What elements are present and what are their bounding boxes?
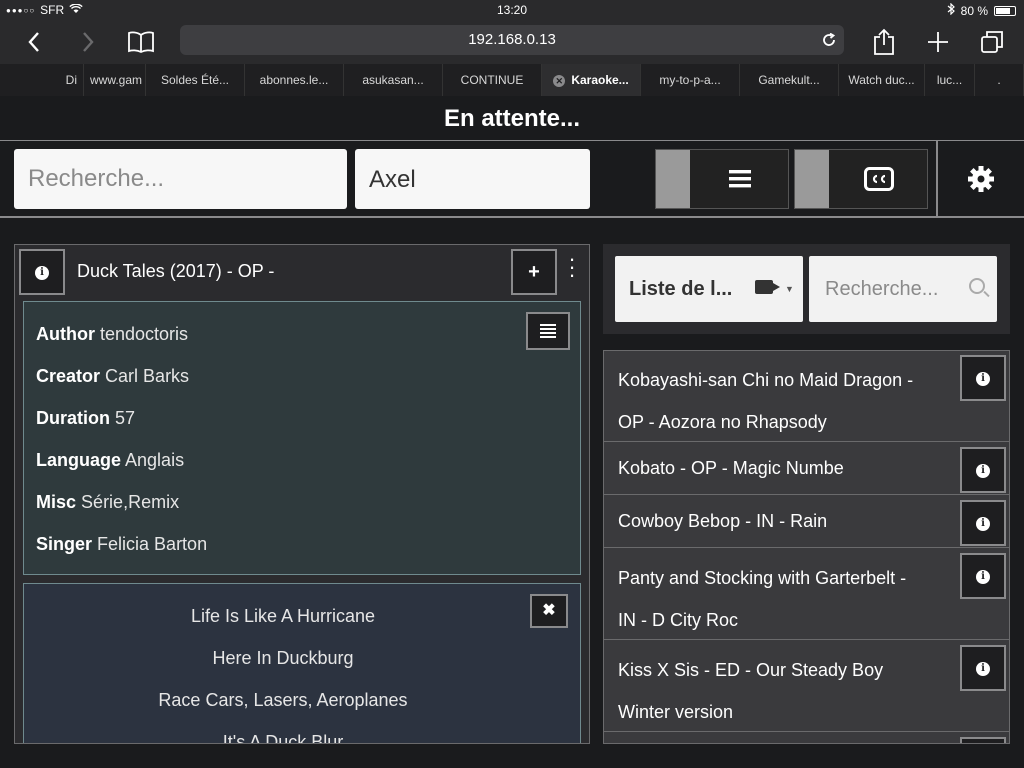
tab[interactable]: Di [0,64,84,96]
share-button[interactable] [868,26,900,58]
list-controls: Liste de l... ▼ Recherche... [603,244,1010,334]
playlist-toggle[interactable] [655,149,789,209]
search-input[interactable]: Recherche... [14,149,347,209]
info-icon: i [976,371,990,386]
control-bar: Recherche... Axel [0,140,1024,218]
song-title: Kobayashi-san Chi no Maid Dragon - OP - A… [618,370,914,432]
add-button[interactable]: + [511,249,557,295]
bookmarks-button[interactable] [124,26,158,58]
list-select-dropdown[interactable]: Liste de l... ▼ [615,256,803,322]
gear-icon [967,166,995,200]
tab[interactable]: my-to-p-a... [641,64,740,96]
battery-icon [994,5,1016,16]
info-icon: i [976,516,990,531]
info-button[interactable]: i [960,553,1006,599]
tab[interactable]: asukasan... [344,64,443,96]
list-item[interactable]: Kobato - OP - Magic Numbe i [604,443,1009,495]
song-title: Kobato - OP - Magic Numbe [618,458,844,478]
tab-active[interactable]: ✕ Karaoke... [542,64,641,96]
forward-button[interactable] [72,26,104,58]
info-icon: i [976,661,990,676]
detail-creator: Creator Carl Barks [36,366,190,386]
karaoke-title: Duck Tales (2017) - OP - [77,261,275,281]
subtitles-toggle[interactable] [794,149,928,209]
address-bar[interactable]: 192.168.0.13 [180,25,844,55]
karaoke-detail-panel: i Duck Tales (2017) - OP - + · · · Author … [14,244,590,744]
detail-misc: Misc Série,Remix [36,492,180,512]
detail-singer: Singer Felicia Barton [36,534,208,554]
tab[interactable]: abonnes.le... [245,64,344,96]
lines-icon [540,324,556,338]
info-button[interactable]: i [19,249,65,295]
info-icon: i [976,463,990,478]
bluetooth-icon [947,2,955,18]
bottom-bar [0,744,1024,768]
karaoke-header: i Duck Tales (2017) - OP - + · · · [15,245,589,301]
karaoke-list: Kobayashi-san Chi no Maid Dragon - OP - A… [603,350,1010,744]
reload-icon[interactable] [822,25,836,58]
back-button[interactable] [18,26,50,58]
close-icon: ✖ [542,602,556,619]
karaoke-details: Author tendoctoris Creator Carl Barks Du… [23,301,581,575]
username-field[interactable]: Axel [355,149,590,209]
tab[interactable]: Gamekult... [740,64,839,96]
song-title: Kiss X Sis - ED - Our Steady Boy Winter v… [618,660,884,722]
tab[interactable]: CONTINUE [443,64,542,96]
tab[interactable]: luc... [925,64,975,96]
tab-strip: Di www.gam Soldes Été... abonnes.le... a… [0,64,1024,96]
detail-author: Author tendoctoris [36,324,189,344]
detail-duration: Duration 57 [36,408,136,428]
search-icon [969,278,985,294]
list-search-input[interactable]: Recherche... [809,256,997,322]
info-button[interactable]: i [960,500,1006,546]
new-tab-button[interactable] [922,26,954,58]
clock: 13:20 [496,3,528,17]
status-bar: ●●●○○ SFR 13:20 80 % [0,0,1024,20]
detail-language: Language Anglais [36,450,185,470]
caret-down-icon: ▼ [785,284,794,294]
show-lyrics-button[interactable] [526,312,570,350]
list-item[interactable] [604,733,1009,743]
info-button[interactable] [960,737,1006,743]
info-icon: i [35,265,49,280]
tabs-overview-button[interactable] [976,26,1008,58]
info-icon: i [976,569,990,584]
tab[interactable]: www.gam [84,64,146,96]
plus-icon: + [528,261,540,283]
info-button[interactable]: i [960,645,1006,691]
list-item[interactable]: Cowboy Bebop - IN - Rain i [604,496,1009,548]
url-text: 192.168.0.13 [468,31,556,48]
song-title: Panty and Stocking with Garterbelt - IN -… [618,568,907,630]
tab[interactable]: . [975,64,1024,96]
lyrics-panel: ✖ Life Is Like A Hurricane Here In Duckb… [23,583,581,744]
info-button[interactable]: i [960,355,1006,401]
list-item[interactable]: Panty and Stocking with Garterbelt - IN -… [604,549,1009,640]
lyric-line: Here In Duckburg [212,648,354,668]
list-item[interactable]: Kiss X Sis - ED - Our Steady Boy Winter v… [604,641,1009,732]
closed-captions-icon [829,150,928,208]
more-options-icon[interactable]: · · · [565,248,579,286]
video-camera-icon [755,280,780,294]
page-title: En attente... [0,96,1024,142]
battery-percent: 80 % [960,3,988,18]
list-icon [690,150,789,208]
browser-toolbar: 192.168.0.13 [0,20,1024,64]
song-title: Cowboy Bebop - IN - Rain [618,511,828,531]
lyric-line: It's A Duck Blur [222,732,344,744]
tab[interactable]: Soldes Été... [146,64,245,96]
tab[interactable]: Watch duc... [839,64,925,96]
lyric-line: Race Cars, Lasers, Aeroplanes [158,690,408,710]
lyric-line: Life Is Like A Hurricane [190,606,376,626]
list-item[interactable]: Kobayashi-san Chi no Maid Dragon - OP - A… [604,351,1009,442]
info-button[interactable]: i [960,447,1006,493]
close-tab-icon[interactable]: ✕ [553,74,566,87]
settings-button[interactable] [938,141,1024,217]
